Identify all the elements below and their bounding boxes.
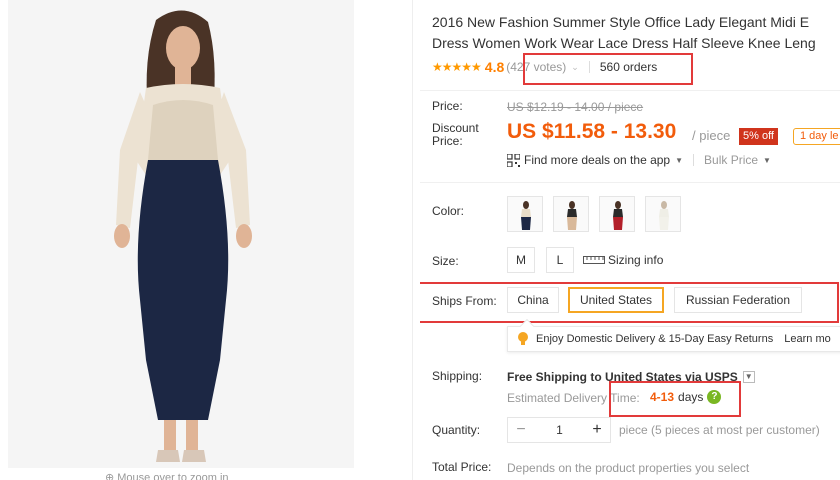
product-gallery: ⊕ Mouse over to zoom in [0,0,410,480]
quantity-decrement-button[interactable]: − [508,421,534,439]
rating-value: 4.8 [484,59,505,75]
quantity-increment-button[interactable]: + [584,421,610,439]
total-price-value: Depends on the product properties you se… [507,461,750,475]
quantity-input[interactable]: 1 [534,423,584,437]
quantity-label: Quantity: [432,423,481,437]
product-details: 2016 New Fashion Summer Style Office Lad… [420,0,840,480]
color-swatch-beige[interactable] [553,196,589,232]
product-main-image[interactable] [8,0,354,468]
sizing-info-link[interactable]: Sizing info [583,253,663,267]
learn-more-link[interactable]: Learn mo [784,333,830,345]
quantity-note: piece (5 pieces at most per customer) [619,423,820,437]
product-title-line-2: Dress Women Work Wear Lace Dress Half Sl… [432,35,816,51]
sizing-info-label: Sizing info [608,253,664,267]
quantity-stepper: − 1 + [507,417,611,443]
ruler-icon [583,256,605,264]
caret-down-icon[interactable]: ▼ [763,156,771,165]
panel-divider [412,0,413,480]
shipping-label: Shipping: [432,369,483,383]
highlight-votes-orders [523,53,693,85]
rating-stars-icon: ★★★★★ [432,60,482,74]
shipping-dropdown-icon[interactable]: ▼ [742,371,755,383]
zoom-hint: ⊕ Mouse over to zoom in [105,472,229,480]
bulk-price-link[interactable]: Bulk Price [704,153,758,167]
color-swatch-white[interactable] [645,196,681,232]
product-title: 2016 New Fashion Summer Style Office Lad… [432,12,840,54]
highlight-ships-from [420,282,839,323]
size-option-m[interactable]: M [507,247,535,273]
returns-tooltip: Enjoy Domestic Delivery & 15-Day Easy Re… [507,318,840,352]
size-option-l[interactable]: L [546,247,574,273]
total-price-label: Total Price: [432,460,492,474]
model-dress-image [8,0,354,468]
discount-badge: 5% off [739,128,778,145]
highlight-delivery-time [609,381,741,417]
color-swatch-navy[interactable] [507,196,543,232]
section-divider [420,182,840,183]
color-swatch-red[interactable] [599,196,635,232]
qr-code-icon [507,153,520,167]
discount-price: US $11.58 - 13.30 [507,120,677,143]
original-price: US $12.19 - 14.00 / piece [507,100,644,114]
deals-row: Find more deals on the app ▼ Bulk Price … [507,153,771,167]
size-label: Size: [432,254,459,268]
section-divider [420,90,840,91]
product-title-line-1: 2016 New Fashion Summer Style Office Lad… [432,14,810,30]
color-label: Color: [432,204,465,218]
deals-separator [693,154,695,166]
find-deals-link[interactable]: Find more deals on the app [524,153,670,167]
day-badge: 1 day le [793,128,840,145]
lightbulb-icon [518,332,528,345]
per-piece-unit: / piece [692,128,731,143]
discount-price-label: Discount Price: [432,121,479,148]
price-label: Price: [432,99,463,113]
caret-down-icon[interactable]: ▼ [675,156,683,165]
tooltip-text: Enjoy Domestic Delivery & 15-Day Easy Re… [536,333,774,345]
color-swatches [507,196,681,232]
